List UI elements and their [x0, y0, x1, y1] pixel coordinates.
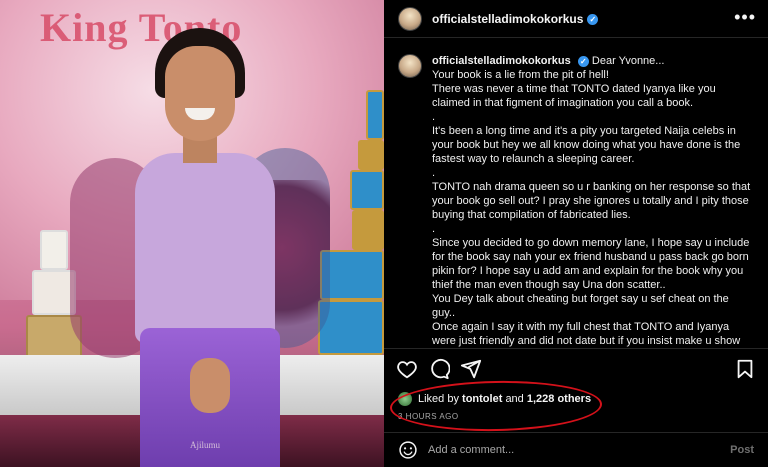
caption-line-4: It's been a long time and it's a pity yo… — [432, 125, 741, 165]
share-icon[interactable] — [460, 358, 482, 380]
caption-line-0: Dear Yvonne... — [591, 55, 665, 67]
caption-row: officialstelladimokokorkus ✓ Dear Yvonne… — [398, 54, 754, 348]
caption-verified-badge-icon: ✓ — [577, 55, 589, 67]
caption-line-6: TONTO nah drama queen so u r banking on … — [432, 181, 751, 221]
caption-author-name[interactable]: officialstelladimokokorkus — [432, 55, 571, 67]
caption-line-7: . — [432, 223, 436, 235]
heart-icon[interactable] — [396, 358, 418, 380]
caption-line-8: Since you decided to go down memory lane… — [432, 237, 750, 291]
caption-line-3: . — [432, 111, 436, 123]
emoji-icon[interactable] — [398, 440, 418, 460]
author-username[interactable]: officialstelladimokokorkus ✓ — [432, 12, 599, 26]
action-bar — [384, 356, 768, 384]
verified-badge-icon: ✓ — [587, 13, 599, 25]
caption-line-10: Once again I say it with my full chest t… — [432, 321, 741, 347]
comment-icon[interactable] — [428, 358, 450, 380]
comment-input[interactable]: Add a comment... — [428, 444, 730, 456]
author-username-text[interactable]: officialstelladimokokorkus — [432, 12, 583, 26]
photo-watermark: Ajilumu — [190, 440, 221, 450]
more-options-icon[interactable]: ••• — [734, 8, 756, 26]
highlight-circle-annotation — [389, 379, 603, 433]
caption-text: officialstelladimokokorkus ✓ Dear Yvonne… — [432, 54, 754, 348]
caption-line-5: . — [432, 167, 436, 179]
actions-divider — [384, 348, 768, 349]
post-panel: officialstelladimokokorkus ✓ ••• official… — [384, 0, 768, 467]
comment-bar: Add a comment... Post — [384, 432, 768, 467]
bookmark-icon[interactable] — [734, 358, 756, 380]
caption-line-1: Your book is a lie from the pit of hell! — [432, 69, 609, 81]
caption-scroll-area[interactable]: officialstelladimokokorkus ✓ Dear Yvonne… — [384, 40, 768, 348]
caption-author-avatar[interactable] — [398, 54, 422, 78]
caption-line-9: You Dey talk about cheating but forget s… — [432, 293, 729, 319]
post-comment-button[interactable]: Post — [730, 444, 754, 456]
caption-line-2: There was never a time that TONTO dated … — [432, 83, 716, 109]
post-photo[interactable]: King Tonto Ajilumu — [0, 0, 384, 467]
post-header: officialstelladimokokorkus ✓ ••• — [384, 0, 768, 38]
author-avatar[interactable] — [398, 6, 422, 31]
photo-person — [70, 28, 330, 467]
